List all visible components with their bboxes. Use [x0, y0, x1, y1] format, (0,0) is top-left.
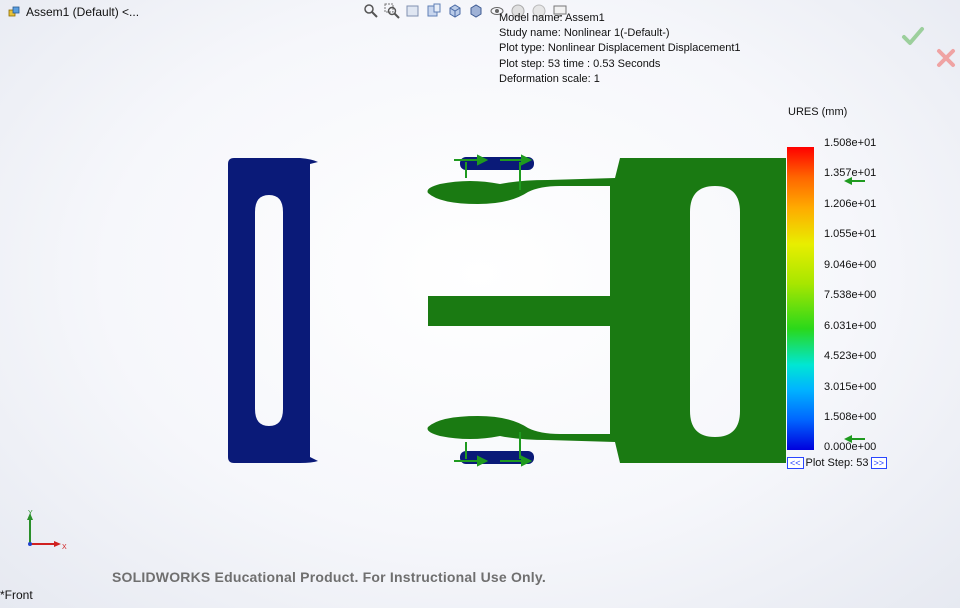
simulation-model-view[interactable] — [0, 0, 960, 608]
legend-value: 1.508e+01 — [824, 137, 877, 149]
view-name-label: *Front — [0, 588, 33, 602]
educational-watermark: SOLIDWORKS Educational Product. For Inst… — [112, 569, 546, 585]
left-buckle-part[interactable] — [228, 158, 318, 463]
triad-y-label: Y — [28, 510, 33, 517]
plot-step-control: << Plot Step: 53 >> — [787, 457, 888, 469]
next-step-button[interactable]: >> — [870, 457, 888, 469]
legend-value: 6.031e+00 — [824, 320, 877, 332]
legend-value: 3.015e+00 — [824, 381, 877, 393]
legend-value: 1.055e+01 — [824, 228, 877, 240]
legend-value: 4.523e+00 — [824, 350, 877, 362]
legend-value: 1.206e+01 — [824, 198, 877, 210]
triad-x-label: X — [62, 544, 67, 551]
legend-value: 9.046e+00 — [824, 259, 877, 271]
plot-step-label: Plot Step: 53 — [805, 457, 869, 469]
min-marker-arrow-icon — [844, 435, 865, 443]
legend-colorbar[interactable] — [787, 147, 814, 450]
right-buckle-part[interactable] — [427, 158, 787, 463]
previous-step-button[interactable]: << — [787, 457, 804, 469]
legend-value: 7.538e+00 — [824, 289, 877, 301]
max-marker-arrow-icon — [844, 177, 865, 185]
legend-title: URES (mm) — [788, 106, 848, 118]
legend-value: 1.508e+00 — [824, 411, 877, 423]
